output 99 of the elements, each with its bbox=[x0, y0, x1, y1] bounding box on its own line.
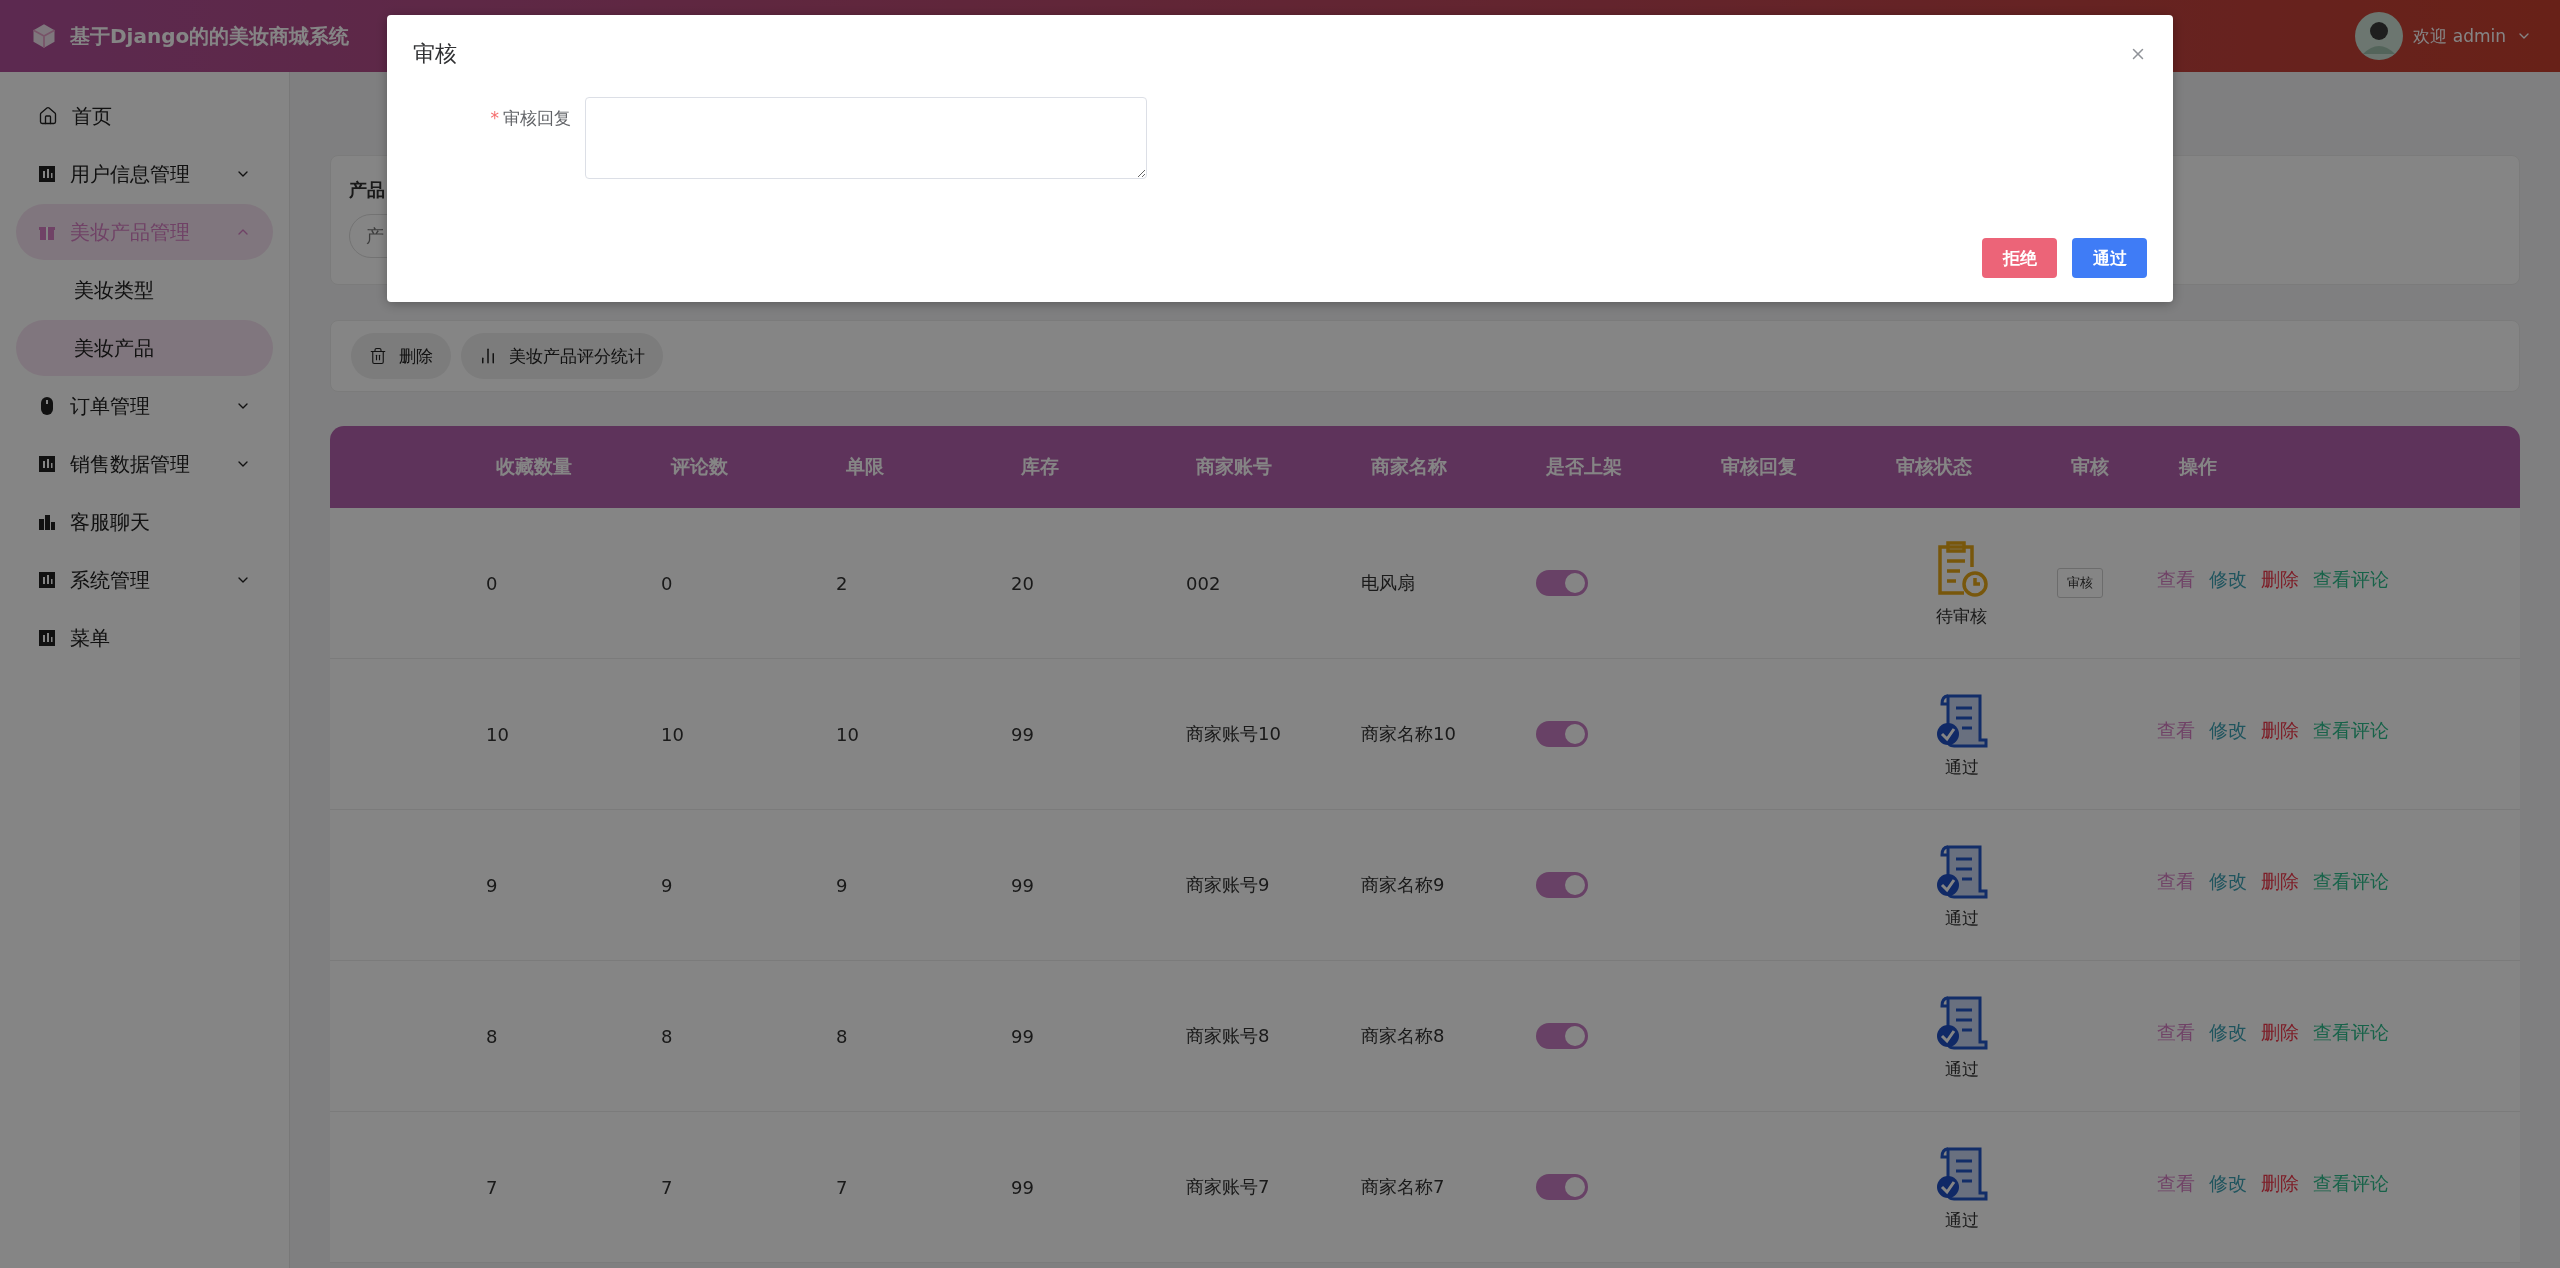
table-cell-text: 10 bbox=[660, 723, 685, 745]
edit-link[interactable]: 修改 bbox=[2209, 1020, 2247, 1046]
column-header: 收藏数量 bbox=[495, 454, 573, 479]
table-cell-text: 9 bbox=[660, 874, 674, 896]
table-cell-text: 8 bbox=[660, 1025, 674, 1047]
delete-link[interactable]: 删除 bbox=[2261, 718, 2299, 744]
statistics-button[interactable]: 美妆产品评分统计 bbox=[461, 333, 663, 379]
column-header: 单限 bbox=[845, 454, 885, 479]
edit-link[interactable]: 修改 bbox=[2209, 567, 2247, 593]
column-header: 是否上架 bbox=[1545, 454, 1623, 479]
sidebar-item[interactable]: 销售数据管理 bbox=[16, 436, 273, 492]
table-cell-text: 商家名称10 bbox=[1360, 722, 1457, 746]
edit-link[interactable]: 修改 bbox=[2209, 1171, 2247, 1197]
table-cell-text: 商家账号9 bbox=[1185, 873, 1271, 897]
listing-toggle[interactable] bbox=[1536, 1023, 1588, 1049]
table-cell-text: 2 bbox=[835, 572, 849, 594]
approve-button[interactable]: 通过 bbox=[2072, 238, 2147, 278]
app-title: 基于Django的的美妆商城系统 bbox=[70, 22, 350, 50]
table-cell-text: 商家账号10 bbox=[1185, 722, 1282, 746]
table-cell-text: 商家账号7 bbox=[1185, 1175, 1271, 1199]
table-cell-text: 99 bbox=[1010, 1176, 1035, 1198]
table-cell-text: 10 bbox=[485, 723, 510, 745]
sidebar-item[interactable]: 菜单 bbox=[16, 610, 273, 666]
user-greeting[interactable]: 欢迎 admin bbox=[2413, 24, 2506, 48]
table-cell-text: 商家名称8 bbox=[1360, 1024, 1446, 1048]
sidebar-subitem[interactable]: 美妆产品 bbox=[16, 320, 273, 376]
table-cell-text: 0 bbox=[485, 572, 499, 594]
view-link[interactable]: 查看 bbox=[2157, 1020, 2195, 1046]
view-link[interactable]: 查看 bbox=[2157, 718, 2195, 744]
listing-toggle[interactable] bbox=[1536, 721, 1588, 747]
column-header: 评论数 bbox=[669, 454, 729, 479]
cube-icon bbox=[30, 22, 58, 50]
table-cell-text: 99 bbox=[1010, 723, 1035, 745]
chart-icon bbox=[38, 165, 56, 183]
table-cell-text: 99 bbox=[1010, 874, 1035, 896]
status-label: 通过 bbox=[1944, 755, 1979, 779]
table-cell-text: 0 bbox=[660, 572, 674, 594]
delete-link[interactable]: 删除 bbox=[2261, 869, 2299, 895]
table-cell-text: 7 bbox=[835, 1176, 849, 1198]
table-cell-text: 7 bbox=[660, 1176, 674, 1198]
trash-icon bbox=[369, 347, 387, 365]
delete-link[interactable]: 删除 bbox=[2261, 567, 2299, 593]
table-cell-text: 7 bbox=[485, 1176, 499, 1198]
table-cell-text: 商家账号8 bbox=[1185, 1024, 1271, 1048]
view-link[interactable]: 查看 bbox=[2157, 567, 2195, 593]
sidebar-item[interactable]: 订单管理 bbox=[16, 378, 273, 434]
table-cell-text: 20 bbox=[1010, 572, 1035, 594]
listing-toggle[interactable] bbox=[1536, 1174, 1588, 1200]
table-cell-text: 99 bbox=[1010, 1025, 1035, 1047]
review-button[interactable]: 审核 bbox=[2057, 568, 2103, 598]
column-header: 操作 bbox=[2177, 454, 2218, 479]
comments-link[interactable]: 查看评论 bbox=[2313, 1020, 2389, 1046]
home-icon bbox=[38, 106, 58, 126]
column-header: 审核回复 bbox=[1720, 454, 1798, 479]
status-label: 通过 bbox=[1944, 1208, 1979, 1232]
table-cell-text: 8 bbox=[485, 1025, 499, 1047]
table-cell-text: 9 bbox=[835, 874, 849, 896]
table-cell-text: 商家名称9 bbox=[1360, 873, 1446, 897]
comments-link[interactable]: 查看评论 bbox=[2313, 1171, 2389, 1197]
bar-chart-icon bbox=[479, 347, 497, 365]
sidebar-subitem[interactable]: 美妆类型 bbox=[16, 262, 273, 318]
status-label: 通过 bbox=[1944, 1057, 1979, 1081]
column-header: 审核状态 bbox=[1895, 454, 1973, 479]
search-label: 产品 bbox=[349, 178, 385, 202]
comments-link[interactable]: 查看评论 bbox=[2313, 718, 2389, 744]
table-cell-text: 8 bbox=[835, 1025, 849, 1047]
dialog-title: 审核 bbox=[413, 40, 457, 68]
table-cell-text: 商家名称7 bbox=[1360, 1175, 1446, 1199]
table-cell-text: 电风扇 bbox=[1360, 571, 1416, 595]
view-link[interactable]: 查看 bbox=[2157, 869, 2195, 895]
listing-toggle[interactable] bbox=[1536, 872, 1588, 898]
reject-button[interactable]: 拒绝 bbox=[1982, 238, 2057, 278]
field-label: * 审核回复 bbox=[489, 107, 572, 130]
delete-link[interactable]: 删除 bbox=[2261, 1171, 2299, 1197]
status-label: 待审核 bbox=[1936, 604, 1987, 628]
reply-field[interactable] bbox=[585, 97, 1147, 179]
column-header: 库存 bbox=[1020, 454, 1060, 479]
sidebar-item[interactable]: 首页 bbox=[16, 88, 273, 144]
table-cell-text: 9 bbox=[485, 874, 499, 896]
table-cell-text: 10 bbox=[835, 723, 860, 745]
delete-link[interactable]: 删除 bbox=[2261, 1020, 2299, 1046]
sidebar-item[interactable]: 用户信息管理 bbox=[16, 146, 273, 202]
avatar-icon[interactable] bbox=[2355, 12, 2404, 60]
column-header: 审核 bbox=[2070, 454, 2110, 479]
table-cell-text: 002 bbox=[1185, 572, 1222, 594]
sidebar-item[interactable]: 系统管理 bbox=[16, 552, 273, 608]
delete-button[interactable]: 删除 bbox=[351, 333, 451, 379]
chart-icon bbox=[38, 629, 56, 647]
edit-link[interactable]: 修改 bbox=[2209, 869, 2247, 895]
listing-toggle[interactable] bbox=[1536, 570, 1588, 596]
column-header: 商家名称 bbox=[1370, 454, 1448, 479]
comments-link[interactable]: 查看评论 bbox=[2313, 567, 2389, 593]
mouse-icon bbox=[38, 396, 56, 416]
sidebar-item[interactable]: 客服聊天 bbox=[16, 494, 273, 550]
view-link[interactable]: 查看 bbox=[2157, 1171, 2195, 1197]
comments-link[interactable]: 查看评论 bbox=[2313, 869, 2389, 895]
status-label: 通过 bbox=[1944, 906, 1979, 930]
column-header: 商家账号 bbox=[1195, 454, 1273, 479]
edit-link[interactable]: 修改 bbox=[2209, 718, 2247, 744]
